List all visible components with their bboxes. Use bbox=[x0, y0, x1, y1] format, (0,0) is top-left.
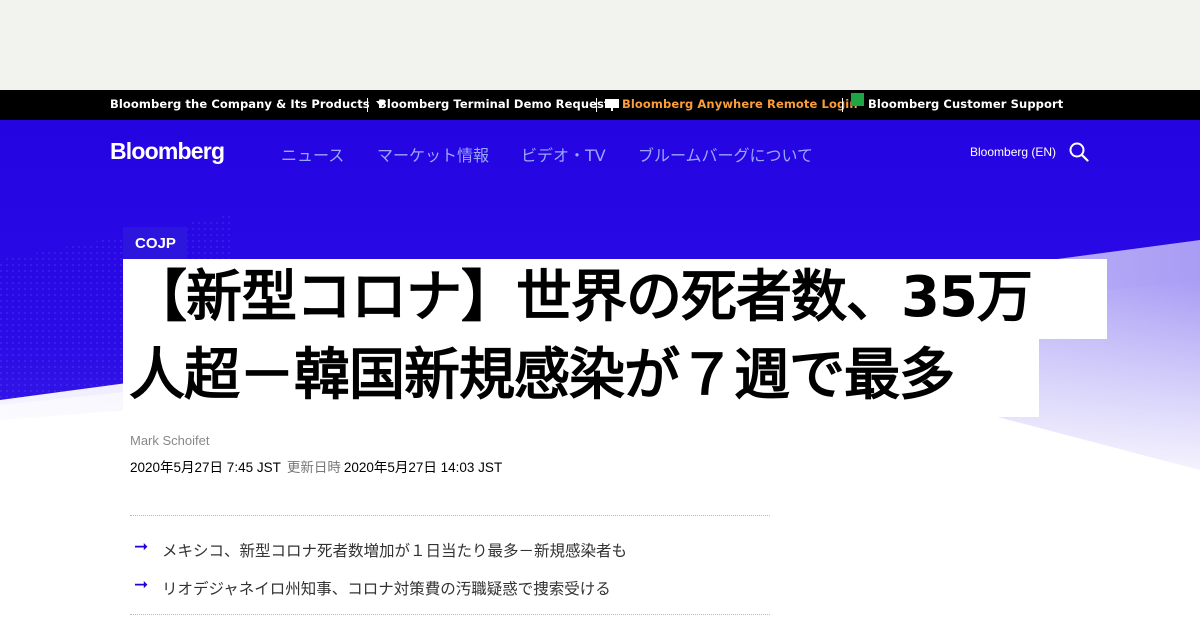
updated-time: 2020年5月27日 14:03 JST bbox=[343, 460, 503, 475]
company-products-menu[interactable]: Bloomberg the Company & Its Products bbox=[110, 90, 386, 120]
anywhere-login-label: Bloomberg Anywhere Remote Login bbox=[622, 97, 858, 111]
divider bbox=[130, 614, 770, 615]
monitor-icon bbox=[605, 99, 619, 111]
divider bbox=[596, 98, 597, 112]
help-icon bbox=[851, 93, 864, 106]
nav-item-news[interactable]: ニュース bbox=[281, 142, 344, 166]
related-link-text: メキシコ、新型コロナ死者数増加が１日当たり最多－新規感染者も bbox=[162, 542, 628, 560]
published-time: 2020年5月27日 7:45 JST bbox=[130, 460, 281, 475]
category-label: COJP bbox=[135, 235, 176, 252]
article-dates: 2020年5月27日 7:45 JST 更新日時 2020年5月27日 14:03 … bbox=[130, 456, 502, 476]
terminal-demo-label: Bloomberg Terminal Demo Request bbox=[378, 97, 610, 111]
divider bbox=[367, 98, 368, 112]
headline-line-2: 人超－韓国新規感染が７週で最多 bbox=[123, 337, 1039, 417]
divider bbox=[130, 515, 770, 516]
search-icon[interactable] bbox=[1069, 142, 1089, 162]
headline-line-1: 【新型コロナ】世界の死者数、35万 bbox=[123, 259, 1107, 339]
divider bbox=[842, 98, 843, 112]
terminal-demo-link[interactable]: Bloomberg Terminal Demo Request bbox=[378, 90, 610, 120]
category-badge[interactable]: COJP bbox=[123, 227, 187, 259]
nav-item-about[interactable]: ブルームバーグについて bbox=[638, 142, 813, 166]
nav-item-markets[interactable]: マーケット情報 bbox=[377, 142, 489, 166]
edition-switcher[interactable]: Bloomberg (EN) bbox=[970, 145, 1056, 159]
updated-label: 更新日時 bbox=[286, 460, 341, 475]
related-link-text: リオデジャネイロ州知事、コロナ対策費の汚職疑惑で捜索受ける bbox=[162, 580, 611, 598]
author-name[interactable]: Mark Schoifet bbox=[130, 433, 209, 448]
customer-support-label: Bloomberg Customer Support bbox=[868, 97, 1064, 111]
utility-bar: Bloomberg the Company & Its Products Blo… bbox=[0, 90, 1200, 120]
arrow-right-icon: ➞ bbox=[134, 575, 149, 594]
company-products-label: Bloomberg the Company & Its Products bbox=[110, 97, 370, 111]
anywhere-login-link[interactable]: Bloomberg Anywhere Remote Login bbox=[605, 90, 858, 120]
bloomberg-logo[interactable]: Bloomberg bbox=[110, 138, 225, 165]
arrow-right-icon: ➞ bbox=[134, 537, 149, 556]
nav-item-video-tv[interactable]: ビデオ・TV bbox=[521, 142, 606, 166]
customer-support-link[interactable]: Bloomberg Customer Support bbox=[851, 90, 1063, 120]
advertisement-area bbox=[0, 0, 1200, 90]
